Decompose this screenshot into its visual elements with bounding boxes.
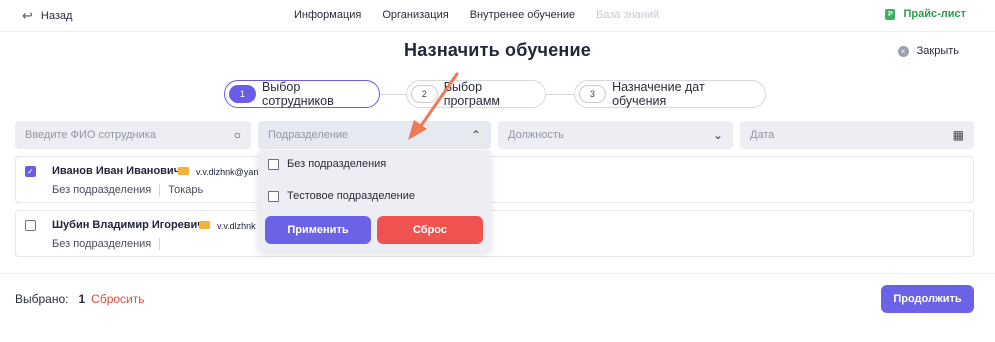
selection-summary: Выбрано: 1 Сбросить <box>15 292 145 306</box>
employee-search-input[interactable]: Введите ФИО сотрудника ○ <box>15 121 251 149</box>
position-placeholder: Должность <box>508 129 564 141</box>
employee-meta: Без подразделения <box>52 238 168 250</box>
reset-button[interactable]: Сброс <box>377 216 483 244</box>
selected-label: Выбрано: <box>15 292 69 306</box>
step-select-employees[interactable]: 1 Выбор сотрудников <box>224 80 380 108</box>
nav-item-internal-training[interactable]: Внутренее обучение <box>470 9 575 21</box>
employee-position: Токарь <box>168 184 204 196</box>
search-icon: ○ <box>233 128 241 142</box>
employee-department: Без подразделения <box>52 238 152 250</box>
dropdown-option[interactable]: Тестовое подразделение <box>268 190 415 202</box>
employee-name: Иванов Иван Иванович <box>52 165 181 177</box>
employee-row[interactable]: Шубин Владимир Игоревич v.v.dlzhnk Без п… <box>15 210 974 257</box>
nav-item-knowledge-base: База знаний <box>596 9 660 21</box>
employee-meta: Без подразделения Токарь <box>52 184 203 196</box>
mail-icon <box>199 221 210 229</box>
option-label: Тестовое подразделение <box>287 190 415 202</box>
employee-row[interactable]: ✓ Иванов Иван Иванович v.v.dlzhnk@yan Бе… <box>15 156 974 203</box>
mail-icon <box>178 167 189 175</box>
footer-bar: Выбрано: 1 Сбросить Продолжить <box>0 273 995 342</box>
employee-email: v.v.dlzhnk@yan <box>196 167 258 177</box>
price-list-link[interactable]: P Прайс-лист <box>885 8 966 20</box>
step-connector <box>546 94 574 95</box>
reset-selection-link[interactable]: Сбросить <box>91 292 144 306</box>
close-label: Закрыть <box>916 45 959 57</box>
step-assign-dates[interactable]: 3 Назначение дат обучения <box>574 80 766 108</box>
employee-checkbox[interactable]: ✓ <box>25 166 36 177</box>
top-navbar: ↩ Назад Информация Организация Внутренее… <box>0 0 995 32</box>
position-select[interactable]: Должность ⌄ <box>498 121 733 149</box>
price-list-label: Прайс-лист <box>903 8 966 20</box>
calendar-icon: ▦ <box>952 128 964 142</box>
department-dropdown: Без подразделения Тестовое подразделение… <box>258 150 491 251</box>
step-number: 1 <box>229 85 256 103</box>
dropdown-option[interactable]: Без подразделения <box>268 158 386 170</box>
selected-count: 1 <box>78 292 86 306</box>
employee-department: Без подразделения <box>52 184 152 196</box>
page-title: Назначить обучение <box>404 40 591 60</box>
department-placeholder: Подразделение <box>268 129 349 141</box>
apply-button[interactable]: Применить <box>265 216 371 244</box>
date-picker[interactable]: Дата ▦ <box>740 121 974 149</box>
chevron-down-icon: ⌄ <box>712 128 723 142</box>
back-link[interactable]: ↩ Назад <box>22 8 72 24</box>
divider <box>159 238 161 250</box>
continue-button[interactable]: Продолжить <box>881 285 974 313</box>
step-number: 3 <box>579 85 607 103</box>
main-nav: Информация Организация Внутренее обучени… <box>294 9 680 21</box>
stepper: 1 Выбор сотрудников 2 Выбор программ 3 Н… <box>224 80 784 108</box>
annotation-arrow-icon <box>408 72 459 140</box>
back-arrow-icon: ↩ <box>22 8 33 23</box>
date-placeholder: Дата <box>750 129 775 141</box>
employee-email: v.v.dlzhnk <box>217 221 256 231</box>
back-label: Назад <box>40 10 73 22</box>
close-button[interactable]: × Закрыть <box>897 45 959 57</box>
search-placeholder: Введите ФИО сотрудника <box>25 129 156 141</box>
option-checkbox[interactable] <box>268 158 279 170</box>
price-list-icon: P <box>885 8 896 20</box>
divider <box>159 184 161 196</box>
close-icon: × <box>897 45 909 57</box>
step-label: Назначение дат обучения <box>612 80 705 108</box>
nav-item-organization[interactable]: Организация <box>382 9 448 21</box>
chevron-up-icon: ⌃ <box>470 128 481 142</box>
option-label: Без подразделения <box>287 158 387 170</box>
employee-checkbox[interactable] <box>25 220 36 231</box>
option-checkbox[interactable] <box>268 190 279 202</box>
employee-name: Шубин Владимир Игоревич <box>52 219 204 231</box>
step-label: Выбор сотрудников <box>261 80 334 108</box>
nav-item-info[interactable]: Информация <box>294 9 361 21</box>
